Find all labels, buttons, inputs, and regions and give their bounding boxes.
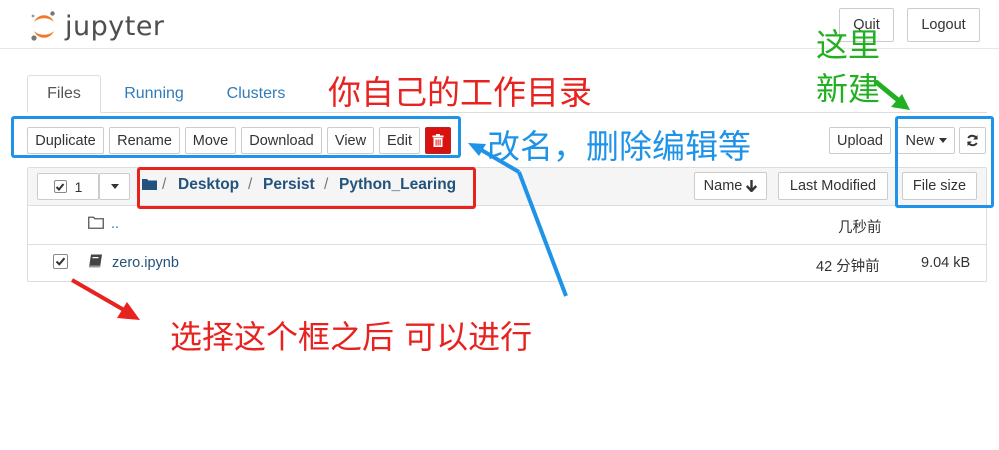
row-modified: 几秒前 — [838, 220, 882, 236]
row-checkbox[interactable] — [53, 254, 68, 269]
red-arrow — [71, 278, 140, 320]
logo-text: jupyter — [65, 10, 165, 42]
checkmark-icon — [55, 257, 66, 266]
green-arrow — [874, 80, 910, 110]
row-divider — [28, 244, 986, 245]
tab-clusters[interactable]: Clusters — [214, 75, 298, 113]
jupyter-logo-icon — [31, 11, 55, 41]
row-file-size: 9.04 kB — [921, 255, 971, 271]
select-dropdown-button[interactable] — [99, 173, 130, 200]
sort-name-button[interactable]: Name — [694, 172, 767, 200]
parent-dir-link[interactable]: .. — [111, 216, 119, 232]
select-all-checkbox[interactable] — [53, 180, 67, 193]
row-modified: 42 分钟前 — [816, 259, 880, 275]
notebook-icon — [89, 254, 102, 268]
annotation-select-box: 选择这个框之后 可以进行 — [170, 318, 533, 356]
new-highlight-box — [895, 116, 994, 208]
annotation-new-here-line1: 这里 — [816, 26, 881, 64]
tab-running[interactable]: Running — [112, 75, 196, 113]
logout-button[interactable]: Logout — [907, 8, 980, 42]
annotation-work-dir: 你自己的工作目录 — [328, 73, 592, 112]
sort-name-label: Name — [703, 178, 743, 194]
caret-down-icon — [110, 184, 119, 189]
arrow-down-icon — [746, 180, 758, 192]
folder-open-icon — [88, 216, 104, 229]
upload-button[interactable]: Upload — [829, 127, 891, 154]
jupyter-logo[interactable]: jupyter — [30, 8, 165, 44]
tab-files[interactable]: Files — [27, 75, 101, 113]
toolbar-highlight-box — [11, 116, 461, 158]
notebook-link[interactable]: zero.ipynb — [112, 255, 179, 271]
annotation-rename-delete: 改名，删除编辑等 — [487, 127, 751, 166]
breadcrumb-highlight-box — [137, 167, 476, 209]
annotation-new-here-line2: 新建 — [816, 70, 881, 108]
checkmark-icon — [55, 182, 65, 191]
selected-count: 1 — [74, 178, 83, 195]
sort-last-modified-button[interactable]: Last Modified — [778, 172, 888, 200]
select-all-button[interactable]: 1 — [37, 173, 99, 200]
